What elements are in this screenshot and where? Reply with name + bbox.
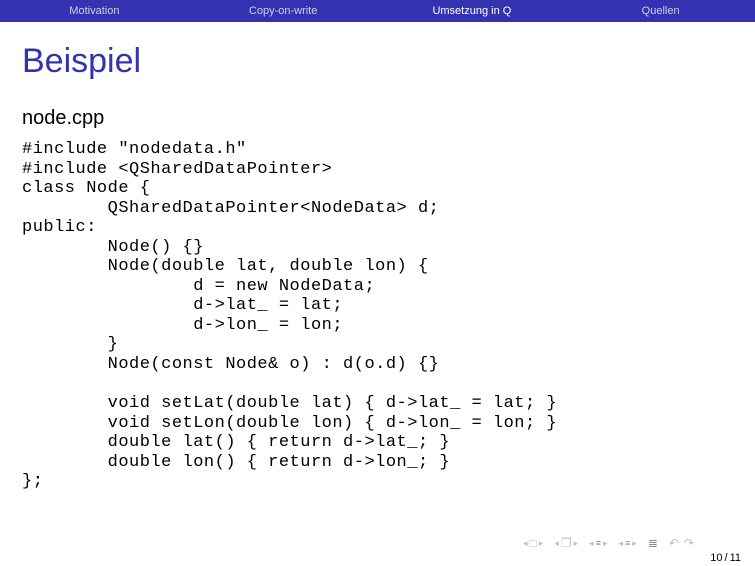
nav-prev-subsection-icon[interactable]: ◂❐▸	[554, 536, 579, 550]
nav-end-icon[interactable]: ≣	[648, 536, 659, 550]
slide-title: Beispiel	[22, 42, 733, 81]
beamer-nav-symbols: ◂□▸ ◂❐▸ ◂≡▸ ◂≡▸ ≣ ↶ ↷	[523, 536, 695, 550]
nav-item-copy-on-write[interactable]: Copy-on-write	[189, 5, 378, 17]
page-number: 10/11	[710, 552, 741, 564]
nav-item-quellen[interactable]: Quellen	[566, 5, 755, 17]
nav-prev-section-icon[interactable]: ◂≡▸	[589, 538, 608, 549]
nav-forward-icon[interactable]: ↷	[684, 536, 695, 550]
slide-subtitle: node.cpp	[22, 107, 733, 130]
slide-content: Beispiel node.cpp #include "nodedata.h" …	[0, 22, 755, 492]
page-current: 10	[710, 552, 722, 564]
nav-back-icon[interactable]: ↶	[669, 536, 680, 550]
nav-item-umsetzung[interactable]: Umsetzung in Q	[378, 5, 567, 17]
section-navbar: Motivation Copy-on-write Umsetzung in Q …	[0, 0, 755, 22]
nav-item-motivation[interactable]: Motivation	[0, 5, 189, 17]
code-block: #include "nodedata.h" #include <QSharedD…	[22, 140, 733, 492]
page-total: 11	[730, 552, 741, 564]
nav-first-icon[interactable]: ◂□▸	[523, 536, 544, 550]
nav-next-section-icon[interactable]: ◂≡▸	[618, 538, 637, 549]
